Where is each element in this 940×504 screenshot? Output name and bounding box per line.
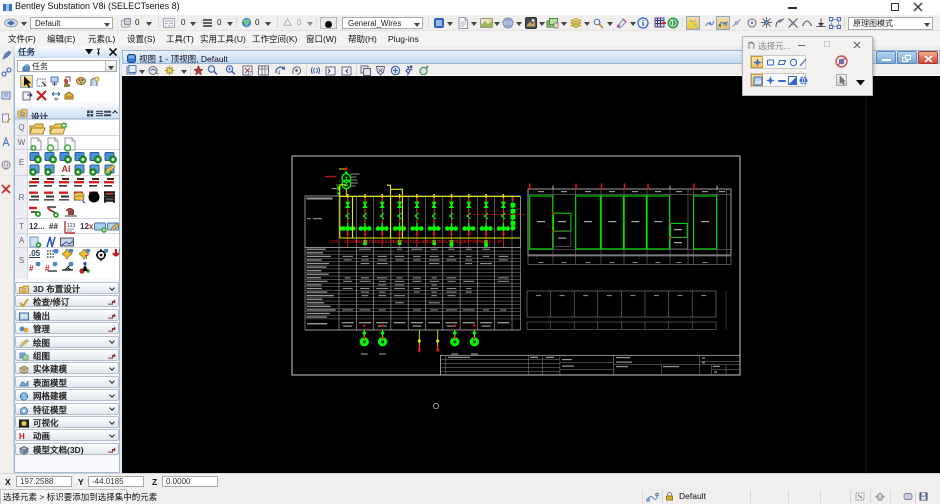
svg-text:#: # (45, 264, 50, 273)
svg-text:#: # (29, 264, 34, 273)
svg-text:T: T (85, 255, 88, 261)
svg-text:123: 123 (67, 223, 76, 229)
svg-text:2YC--1XXSNBAFMZ14BB12x7B6BP167: 2YC--1XXSNBAFMZ14BB12x7B6BP1674Z1ABB39A7… (330, 239, 502, 245)
